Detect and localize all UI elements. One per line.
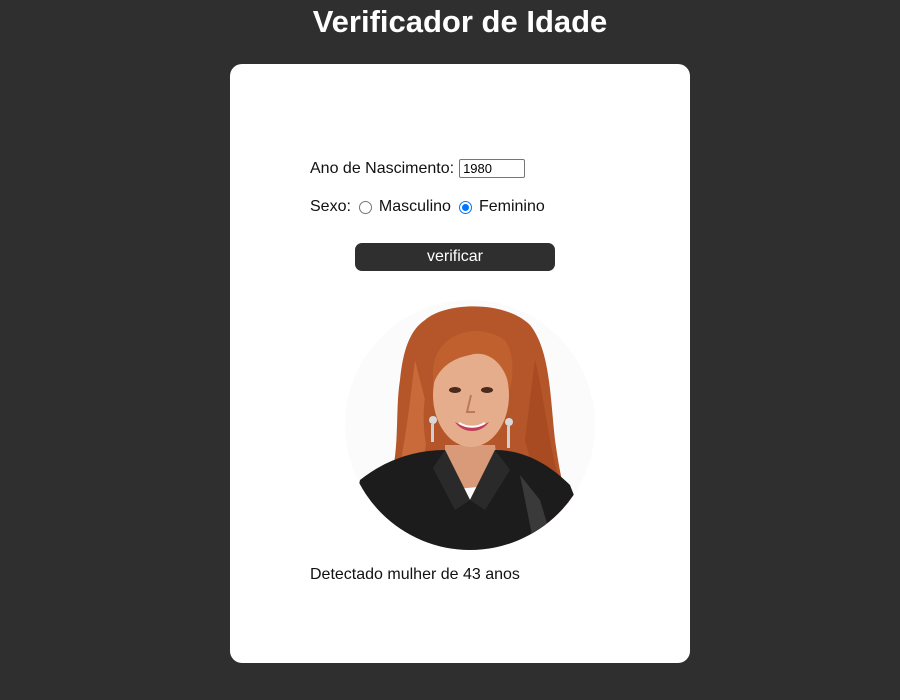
- radio-feminino-label[interactable]: Feminino: [479, 198, 545, 216]
- birth-year-label: Ano de Nascimento:: [310, 159, 455, 177]
- result-text: Detectado mulher de 43 anos: [310, 566, 520, 583]
- verify-button[interactable]: verificar: [355, 243, 555, 271]
- woman-portrait-illustration: [345, 300, 595, 550]
- birth-year-input[interactable]: [459, 159, 526, 178]
- sex-row: Sexo: Masculino Feminino: [310, 198, 545, 216]
- page-title: Verificador de Idade: [312, 4, 608, 39]
- birth-year-row: Ano de Nascimento:: [310, 159, 526, 178]
- portrait-photo: [345, 300, 595, 550]
- verifier-card: Ano de Nascimento: Sexo: Masculino Femin…: [230, 64, 690, 663]
- radio-masculino-label[interactable]: Masculino: [379, 198, 451, 216]
- radio-feminino[interactable]: [458, 200, 472, 214]
- radio-masculino[interactable]: [358, 200, 372, 214]
- sex-label: Sexo:: [310, 198, 351, 215]
